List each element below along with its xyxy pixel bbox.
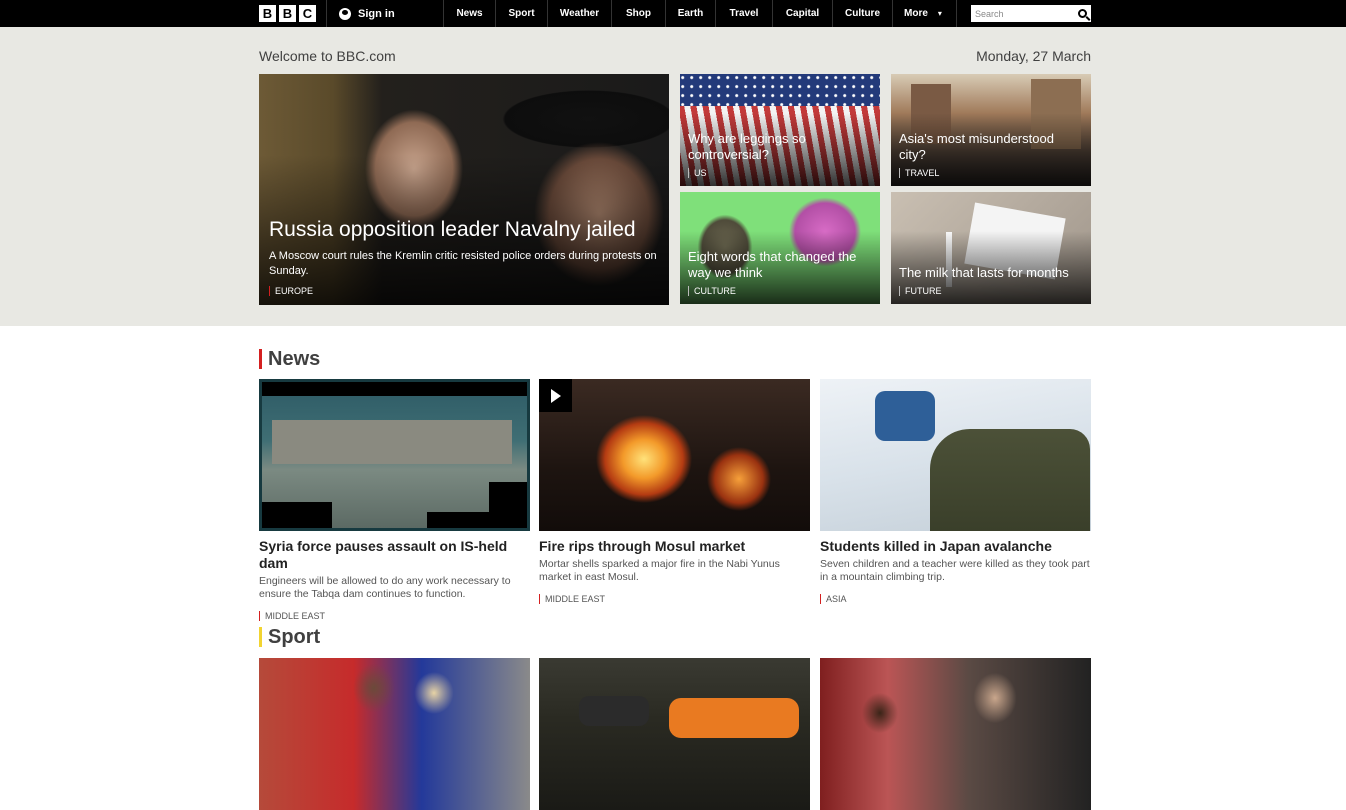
card-title[interactable]: Eight words that changed the way we thin… (688, 249, 872, 281)
sign-in-link[interactable]: Sign in (326, 0, 443, 27)
news-story[interactable]: Syria force pauses assault on IS-held da… (259, 379, 530, 621)
redaction-bar (262, 382, 527, 396)
card-tag[interactable]: US (688, 168, 872, 178)
race-car-shape (579, 696, 649, 726)
story-tag[interactable]: MIDDLE EAST (259, 611, 530, 621)
story-summary: Mortar shells sparked a major fire in th… (539, 558, 780, 583)
nav-shop[interactable]: Shop (612, 0, 666, 27)
story-headline[interactable]: Syria force pauses assault on IS-held da… (259, 538, 530, 572)
news-heading-label: News (268, 348, 321, 370)
news-section-heading[interactable]: News (259, 349, 320, 369)
sport-heading-label: Sport (268, 626, 321, 648)
date-text: Monday, 27 March (976, 48, 1091, 64)
sport-story[interactable] (539, 658, 810, 810)
user-icon (339, 7, 351, 20)
story-image[interactable] (539, 379, 810, 531)
hero-card-milk[interactable]: The milk that lasts for months FUTURE (891, 192, 1091, 304)
search-input[interactable]: Search (975, 9, 1078, 19)
story-image[interactable] (820, 379, 1091, 531)
story-tag[interactable]: MIDDLE EAST (539, 594, 810, 604)
card-tag[interactable]: FUTURE (899, 286, 1083, 296)
search-box[interactable]: Search (971, 5, 1091, 22)
card-title[interactable]: Why are leggings so controversial? (688, 131, 872, 163)
story-summary: Engineers will be allowed to do any work… (259, 575, 511, 600)
hero-card-asia-city[interactable]: Asia's most misunderstood city? TRAVEL (891, 74, 1091, 186)
redaction-bar (262, 502, 332, 528)
nav-more-label: More (904, 8, 928, 19)
story-summary: Seven children and a teacher were killed… (820, 558, 1090, 583)
logo-letter-c: C (299, 5, 316, 22)
sport-story[interactable] (820, 658, 1091, 810)
story-headline[interactable]: Fire rips through Mosul market (539, 538, 810, 555)
flag-stars-pattern (680, 74, 880, 106)
bbc-logo[interactable]: B B C (259, 5, 316, 22)
chevron-down-icon: ▾ (937, 9, 942, 18)
hero-main-tag[interactable]: EUROPE (269, 286, 661, 296)
soldiers-shape (930, 429, 1090, 531)
news-story[interactable]: Students killed in Japan avalanche Seven… (820, 379, 1091, 604)
search-icon[interactable] (1078, 9, 1087, 18)
story-image[interactable] (820, 658, 1091, 810)
nav-weather[interactable]: Weather (548, 0, 612, 27)
hero-card-eight-words[interactable]: Eight words that changed the way we thin… (680, 192, 880, 304)
logo-letter-b1: B (259, 5, 276, 22)
top-navigation-bar: B B C Sign in News Sport Weather Shop Ea… (0, 0, 1346, 27)
nav-culture[interactable]: Culture (833, 0, 893, 27)
story-image[interactable] (259, 658, 530, 810)
hero-card-leggings[interactable]: Why are leggings so controversial? US (680, 74, 880, 186)
nav-travel[interactable]: Travel (716, 0, 773, 27)
welcome-text: Welcome to BBC.com (259, 48, 396, 64)
redaction-bar (489, 482, 527, 512)
nav-capital[interactable]: Capital (773, 0, 833, 27)
hero-section: Welcome to BBC.com Monday, 27 March Russ… (0, 27, 1346, 326)
nav-more[interactable]: More ▾ (893, 0, 957, 27)
hero-main-card[interactable]: Russia opposition leader Navalny jailed … (259, 74, 669, 305)
hero-main-title[interactable]: Russia opposition leader Navalny jailed (269, 217, 661, 243)
story-tag[interactable]: ASIA (820, 594, 1091, 604)
sport-story[interactable] (259, 658, 530, 810)
story-image[interactable] (259, 379, 530, 531)
sport-section-heading[interactable]: Sport (259, 627, 320, 647)
card-title[interactable]: Asia's most misunderstood city? (899, 131, 1083, 163)
redaction-bar (427, 512, 527, 528)
story-image[interactable] (539, 658, 810, 810)
nav-sport[interactable]: Sport (496, 0, 548, 27)
hero-main-summary: A Moscow court rules the Kremlin critic … (269, 250, 657, 277)
race-car-shape (669, 698, 799, 738)
nav-news[interactable]: News (444, 0, 496, 27)
nav-earth[interactable]: Earth (666, 0, 716, 27)
card-tag[interactable]: TRAVEL (899, 168, 1083, 178)
main-nav: News Sport Weather Shop Earth Travel Cap… (443, 0, 957, 27)
play-icon[interactable] (539, 379, 572, 412)
logo-letter-b2: B (279, 5, 296, 22)
sign-in-label: Sign in (358, 7, 395, 20)
dam-shape (272, 420, 512, 464)
rescue-group-shape (875, 391, 935, 441)
card-title[interactable]: The milk that lasts for months (899, 265, 1083, 281)
story-headline[interactable]: Students killed in Japan avalanche (820, 538, 1091, 555)
news-story[interactable]: Fire rips through Mosul market Mortar sh… (539, 379, 810, 604)
card-tag[interactable]: CULTURE (688, 286, 872, 296)
